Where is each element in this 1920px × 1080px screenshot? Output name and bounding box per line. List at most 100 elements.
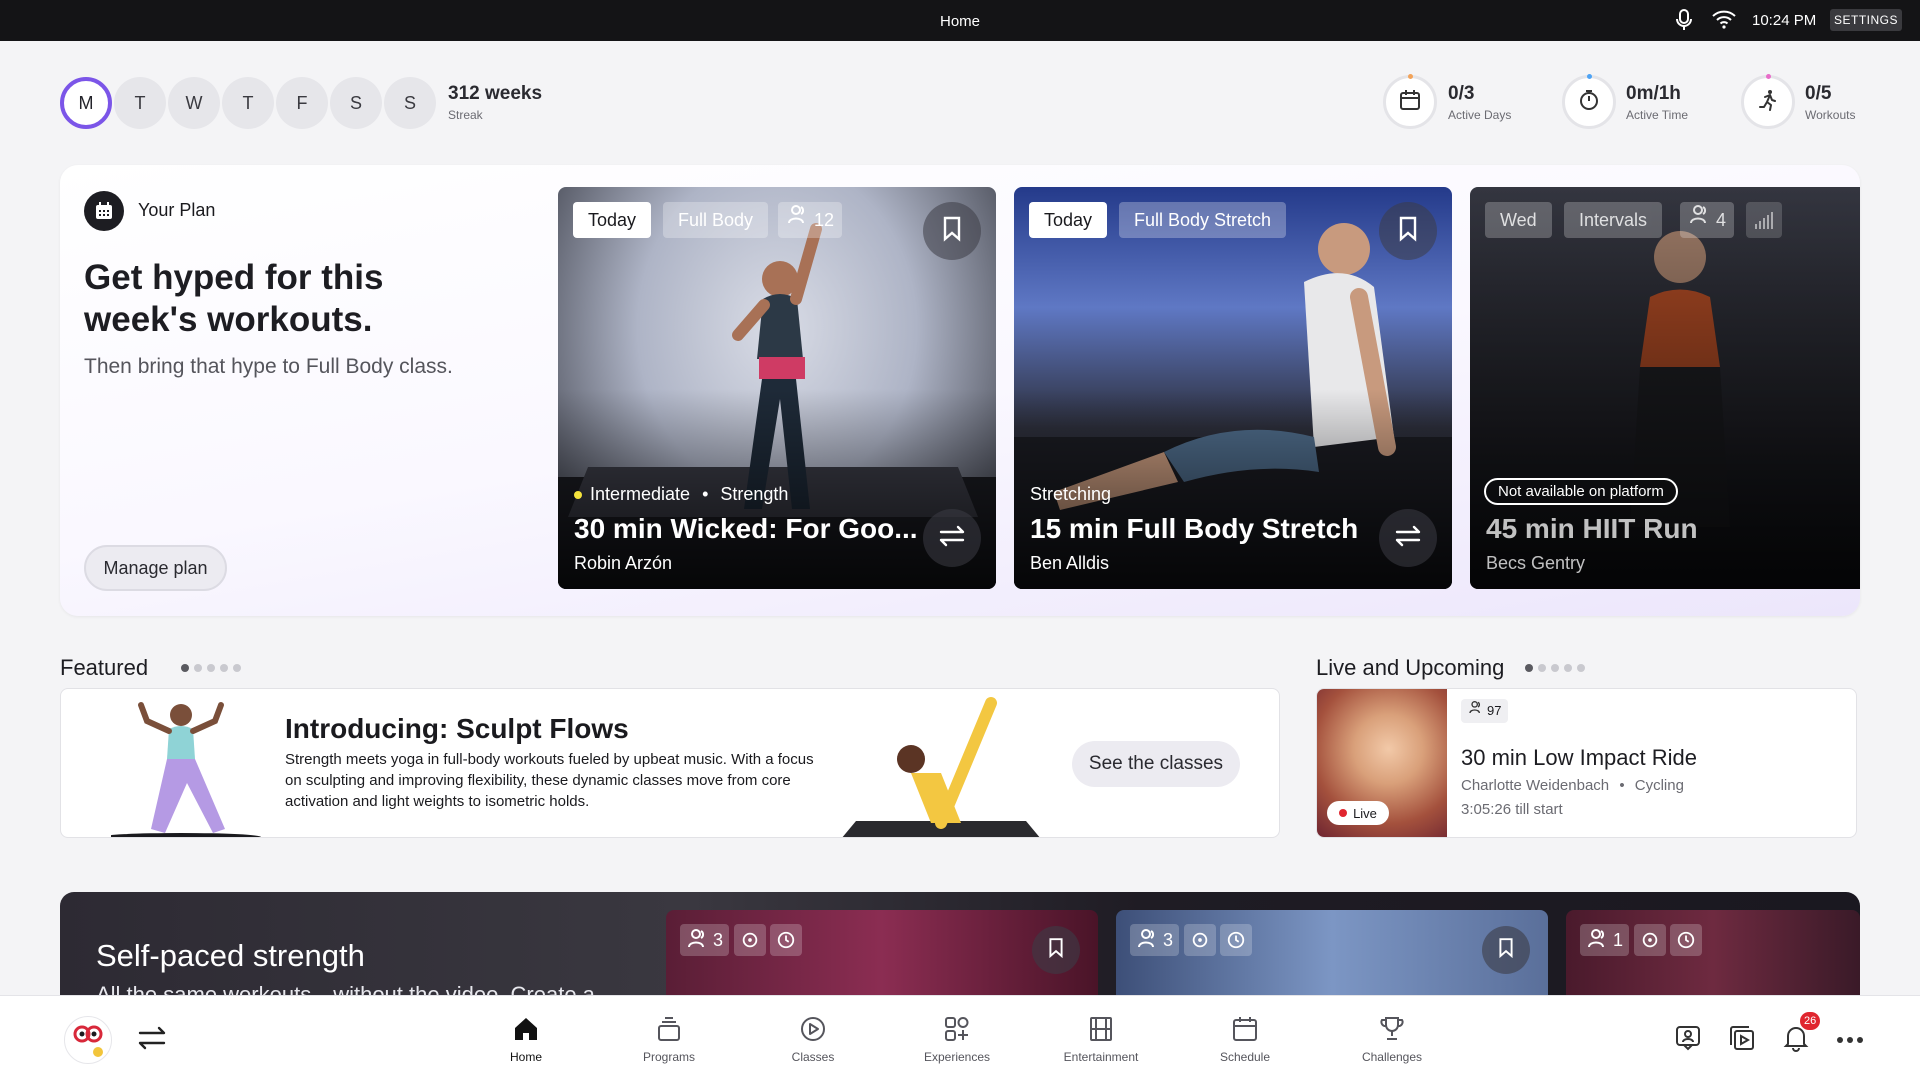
nav-home[interactable]: Home (471, 1014, 581, 1064)
day-sunday[interactable]: S (384, 77, 436, 129)
runner-icon (1757, 89, 1779, 116)
featured-section-title: Featured (60, 655, 149, 680)
active-time-value: 0m/1h (1626, 83, 1681, 104)
live-class-card[interactable]: Live 97 30 min Low Impact Ride Charlotte… (1316, 688, 1857, 838)
collections-button[interactable] (1726, 1024, 1758, 1056)
featured-description: Strength meets yoga in full-body workout… (285, 751, 814, 810)
calendar-icon (1399, 89, 1421, 116)
active-days-value: 0/3 (1448, 83, 1475, 104)
live-pager-dots[interactable] (1525, 664, 1585, 672)
nav-programs-label: Programs (642, 1050, 695, 1064)
class-instructor: Robin Arzón (574, 553, 673, 573)
class-level: Intermediate (590, 484, 691, 504)
status-bar-title: Home (939, 13, 980, 30)
bookmark-button[interactable] (1482, 926, 1530, 974)
nav-experiences[interactable]: Experiences (902, 1014, 1012, 1064)
participants-count: 12 (814, 210, 835, 230)
clock-icon (1220, 924, 1252, 956)
repeat-icon (1184, 924, 1216, 956)
day-saturday[interactable]: S (330, 77, 382, 129)
participants-count: 3 (1163, 929, 1174, 950)
participants-icon (1586, 926, 1610, 955)
swap-profile-icon[interactable] (136, 1026, 168, 1055)
see-the-classes-button[interactable]: See the classes (1072, 741, 1240, 787)
bookmark-button[interactable] (923, 202, 981, 260)
nav-home-label: Home (509, 1050, 542, 1064)
nav-entertainment[interactable]: Entertainment (1046, 1014, 1156, 1064)
home-icon (471, 1014, 581, 1044)
plan-class-card[interactable]: Today Full Body Stretch Stretching 15 mi… (1014, 187, 1452, 589)
day-wednesday[interactable]: W (168, 77, 220, 129)
plan-subheading: Then bring that hype to Full Body class. (84, 355, 453, 378)
notifications-button[interactable]: 26 (1780, 1012, 1821, 1056)
self-paced-strength-banner[interactable]: Self-paced strength All the same workout… (60, 892, 1860, 1002)
swap-class-button[interactable] (1379, 509, 1437, 567)
workouts-ring[interactable] (1741, 74, 1795, 129)
participants-badge: 12 (778, 202, 843, 238)
self-paced-title: Self-paced strength (96, 938, 365, 973)
participants-icon (686, 926, 710, 955)
plan-calendar-icon (84, 191, 124, 231)
nav-schedule[interactable]: Schedule (1190, 1014, 1300, 1064)
more-options-button[interactable] (1834, 1024, 1866, 1056)
attendee-count: 97 (1487, 703, 1502, 718)
tag-category: Full Body (663, 202, 769, 238)
pelobuf-logo-icon (73, 1025, 103, 1057)
clock: 10:24 PM (1752, 12, 1817, 29)
live-discipline: Cycling (1634, 777, 1684, 794)
featured-banner[interactable]: Introducing: Sculpt Flows Strength meets… (60, 688, 1280, 838)
microphone-icon[interactable] (1674, 8, 1694, 37)
class-instructor: Ben Alldis (1030, 553, 1110, 573)
attendee-badge: 97 (1461, 699, 1509, 723)
plan-class-card[interactable]: Wed Intervals 4 Not available on platfor… (1470, 187, 1860, 589)
swap-class-button[interactable] (923, 509, 981, 567)
tag-category: Intervals (1564, 202, 1663, 238)
swap-arrows-icon (937, 525, 967, 552)
class-title: 15 min Full Body Stretch (1030, 513, 1359, 544)
bookmark-button[interactable] (1379, 202, 1437, 260)
featured-pager-dots[interactable] (181, 664, 241, 672)
live-dot (1339, 809, 1348, 817)
day-thursday[interactable]: T (222, 77, 274, 129)
nav-challenges[interactable]: Challenges (1337, 1014, 1447, 1064)
participants-count: 1 (1613, 929, 1624, 950)
status-bar: Home 10:24 PM SETTINGS (0, 0, 1920, 41)
featured-illustration-right (842, 697, 1040, 837)
live-badge: Live (1327, 801, 1389, 825)
programs-icon (614, 1014, 724, 1044)
manage-plan-button[interactable]: Manage plan (84, 545, 227, 591)
settings-button[interactable]: SETTINGS (1830, 9, 1902, 31)
day-tuesday[interactable]: T (114, 77, 166, 129)
active-time-ring[interactable] (1562, 74, 1616, 129)
live-class-meta: Charlotte Weidenbach • Cycling (1461, 777, 1684, 794)
featured-illustration-left (111, 702, 261, 837)
more-icon (1836, 1031, 1864, 1049)
featured-title: Introducing: Sculpt Flows (285, 713, 629, 744)
signal-bars-icon (1746, 202, 1782, 238)
day-monday[interactable]: M (60, 77, 112, 129)
participants-icon (786, 202, 810, 238)
profile-avatar[interactable] (64, 1016, 112, 1064)
self-paced-card[interactable]: 3 (666, 910, 1098, 1002)
tag-day: Wed (1485, 202, 1552, 238)
live-class-title: 30 min Low Impact Ride (1461, 745, 1697, 770)
self-paced-card[interactable]: 1 (1566, 910, 1860, 1002)
bookmark-button[interactable] (1032, 926, 1080, 974)
nav-classes[interactable]: Classes (758, 1014, 868, 1064)
experiences-icon (902, 1014, 1012, 1044)
class-meta: Stretching (1030, 484, 1111, 505)
live-instructor: Charlotte Weidenbach (1461, 777, 1610, 794)
plan-class-card[interactable]: Today Full Body 12 Intermediate • Streng… (558, 187, 996, 589)
bottom-navigation: Home Programs Classes Experiences Entert… (0, 995, 1920, 1080)
participants-icon (1688, 202, 1712, 238)
self-paced-card[interactable]: 3 (1116, 910, 1548, 1002)
participants-count: 4 (1716, 210, 1727, 230)
nav-programs[interactable]: Programs (614, 1014, 724, 1064)
day-friday[interactable]: F (276, 77, 328, 129)
social-button[interactable] (1672, 1024, 1704, 1056)
streak-label: Streak (448, 108, 483, 122)
repeat-icon (1634, 924, 1666, 956)
live-label: Live (1353, 805, 1377, 821)
level-dot (574, 490, 582, 499)
active-days-ring[interactable] (1383, 74, 1437, 129)
